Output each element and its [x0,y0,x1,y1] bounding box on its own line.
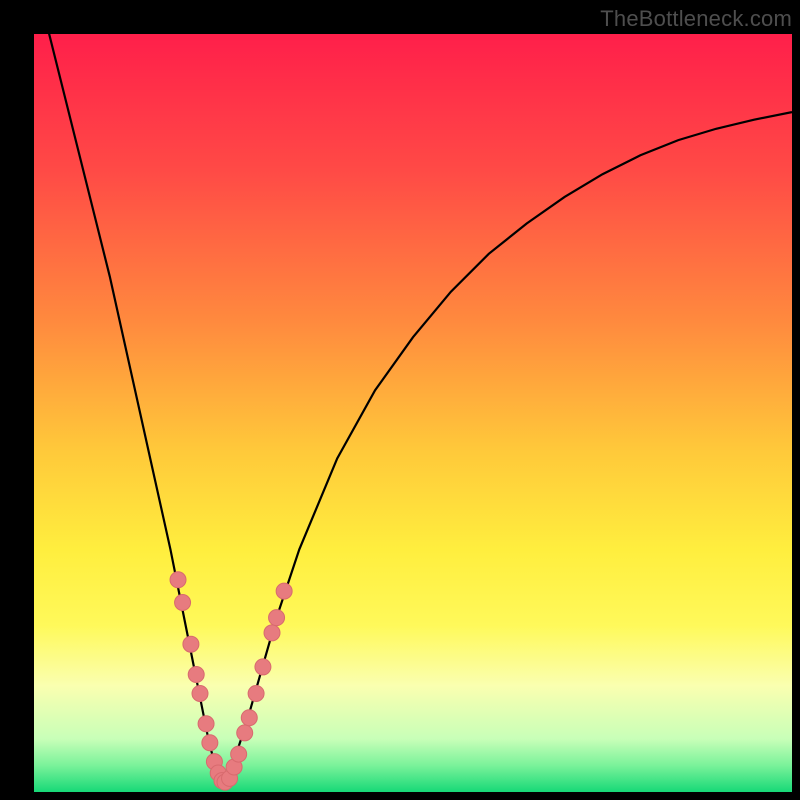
data-marker [198,716,214,732]
chart-frame: TheBottleneck.com [0,0,800,800]
watermark-text: TheBottleneck.com [600,6,792,32]
marker-group [170,572,292,790]
curve-layer [34,34,792,792]
bottleneck-curve [34,34,792,784]
data-marker [202,735,218,751]
data-marker [269,610,285,626]
plot-area [34,34,792,792]
data-marker [188,667,204,683]
data-marker [276,583,292,599]
data-marker [170,572,186,588]
data-marker [264,625,280,641]
data-marker [241,710,257,726]
data-marker [231,746,247,762]
data-marker [192,685,208,701]
data-marker [255,659,271,675]
data-marker [237,725,253,741]
data-marker [183,636,199,652]
data-marker [175,595,191,611]
data-marker [248,685,264,701]
